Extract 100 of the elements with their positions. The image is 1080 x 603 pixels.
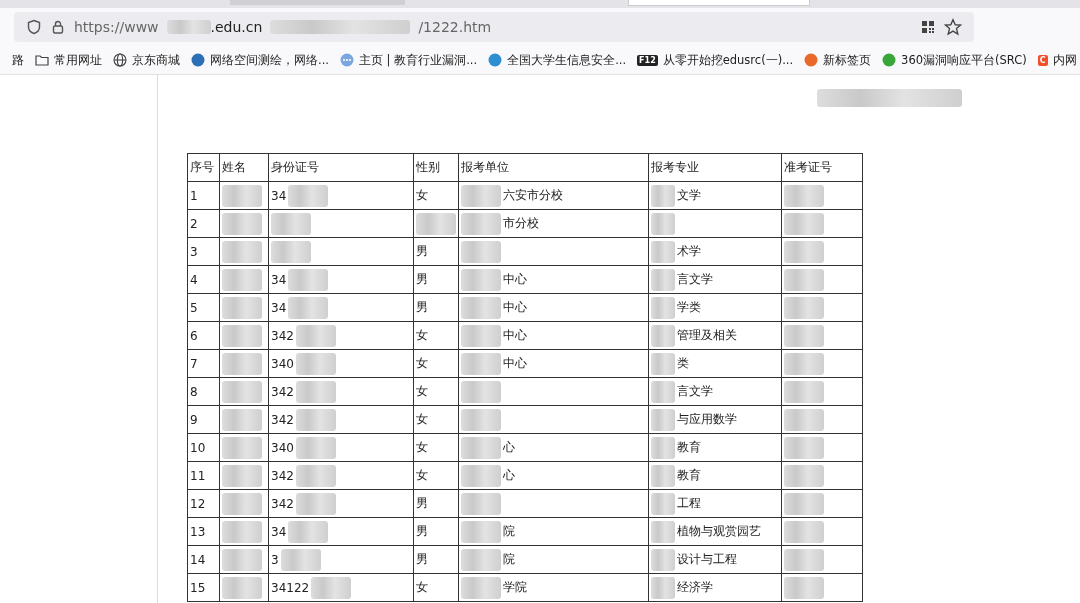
redaction-blur	[784, 212, 824, 235]
table-cell: 4	[187, 265, 220, 294]
table-cell: 340	[271, 356, 294, 371]
redaction-blur	[461, 408, 501, 431]
folder-icon	[35, 54, 49, 66]
table-cell: 5	[187, 293, 220, 322]
redaction-blur	[784, 352, 824, 375]
redaction-blur	[222, 380, 262, 403]
redaction-blur	[222, 408, 262, 431]
redaction-blur	[461, 576, 501, 599]
redaction-blur	[222, 324, 262, 347]
star-icon[interactable]	[944, 18, 962, 36]
redaction-blur	[280, 548, 321, 571]
redaction-blur	[222, 548, 262, 571]
redaction-blur	[784, 492, 824, 515]
redaction-blur	[784, 576, 824, 599]
table-cell: 心	[503, 439, 515, 456]
bookmark-item[interactable]: 京东商城	[132, 52, 180, 68]
redaction-blur	[651, 436, 675, 459]
table-cell: 中心	[503, 271, 527, 288]
redaction-blur	[295, 436, 336, 459]
column-header: 报考专业	[648, 153, 782, 182]
redaction-blur	[461, 296, 501, 319]
table-cell: 言文学	[677, 271, 713, 288]
chat-dots-icon	[339, 53, 354, 67]
bookmark-item[interactable]: 从零开始挖edusrc(一)...	[662, 52, 794, 68]
url-text: https://www	[74, 19, 159, 35]
redaction-blur	[295, 352, 336, 375]
redaction-blur	[222, 520, 262, 543]
redaction-blur	[651, 464, 675, 487]
redaction-blur	[651, 492, 675, 515]
redaction-blur	[651, 240, 675, 263]
table-cell: 中心	[503, 299, 527, 316]
redaction-blur	[271, 212, 311, 235]
table-cell: 11	[187, 461, 220, 490]
table-cell: 心	[503, 467, 515, 484]
table-cell: 类	[677, 355, 689, 372]
redaction-blur	[222, 296, 262, 319]
redaction-blur	[461, 352, 501, 375]
table-cell: 工程	[677, 495, 701, 512]
bookmark-item[interactable]: 内网	[1052, 52, 1077, 68]
bookmark-item[interactable]: 主页 | 教育行业漏洞...	[358, 52, 478, 68]
table-cell: 男	[416, 272, 428, 286]
address-bar[interactable]: https://www .edu.cn /1222.htm	[14, 12, 974, 42]
redaction-blur	[166, 20, 211, 34]
bookmark-item[interactable]: 路	[12, 52, 24, 68]
globe-icon	[113, 53, 127, 67]
redaction-blur	[784, 520, 824, 543]
table-cell: 3	[271, 552, 279, 567]
redaction-blur	[222, 268, 262, 291]
bookmark-item[interactable]: 网络空间测绘，网络...	[210, 52, 329, 68]
redaction-blur	[651, 352, 675, 375]
table-cell: 10	[187, 433, 220, 462]
redaction-blur	[461, 548, 501, 571]
table-cell: 女	[416, 384, 428, 398]
redaction-blur	[651, 548, 675, 571]
qr-code-icon[interactable]	[920, 19, 936, 35]
redaction-blur	[295, 492, 336, 515]
bookmark-item[interactable]: 360漏洞响应平台(SRC)	[901, 52, 1027, 68]
redaction-blur	[651, 520, 675, 543]
redaction-blur	[461, 380, 501, 403]
table-cell: 34122	[271, 580, 310, 595]
column-header: 身份证号	[268, 153, 414, 182]
redaction-blur	[461, 240, 501, 263]
column-header: 姓名	[219, 153, 269, 182]
bookmark-item[interactable]: 新标签页	[823, 52, 872, 68]
table-cell: 34	[271, 188, 287, 203]
redaction-blur	[288, 184, 329, 207]
redaction-blur	[311, 576, 352, 599]
redaction-blur	[295, 464, 336, 487]
column-header: 报考单位	[458, 153, 649, 182]
redaction-blur	[651, 380, 675, 403]
table-cell: 340	[271, 440, 294, 455]
redaction-blur	[288, 520, 329, 543]
bookmark-item[interactable]: 常用网址	[54, 52, 102, 68]
table-cell: 植物与观赏园艺	[677, 523, 761, 540]
table-cell: 男	[416, 300, 428, 314]
redaction-blur	[222, 352, 262, 375]
redaction-blur	[222, 212, 262, 235]
table-cell: 中心	[503, 355, 527, 372]
table-cell: 言文学	[677, 383, 713, 400]
table-cell: 教育	[677, 467, 701, 484]
column-header: 性别	[413, 153, 459, 182]
redaction-blur	[651, 184, 675, 207]
redaction-blur	[651, 212, 675, 235]
site-icon	[488, 53, 503, 67]
bookmark-item[interactable]: 全国大学生信息安全...	[507, 52, 627, 68]
redaction-blur	[784, 296, 824, 319]
site-icon: F12	[637, 54, 658, 66]
redaction-blur	[416, 212, 456, 235]
table-cell: 女	[416, 440, 428, 454]
redaction-blur	[461, 212, 501, 235]
redaction-blur	[222, 492, 262, 515]
table-cell: 教育	[677, 439, 701, 456]
table-cell: 9	[187, 405, 220, 434]
table-cell: 中心	[503, 327, 527, 344]
table-cell: 3	[187, 237, 220, 266]
redaction-blur	[651, 296, 675, 319]
redaction-blur	[784, 464, 824, 487]
table-cell: 34	[271, 300, 287, 315]
